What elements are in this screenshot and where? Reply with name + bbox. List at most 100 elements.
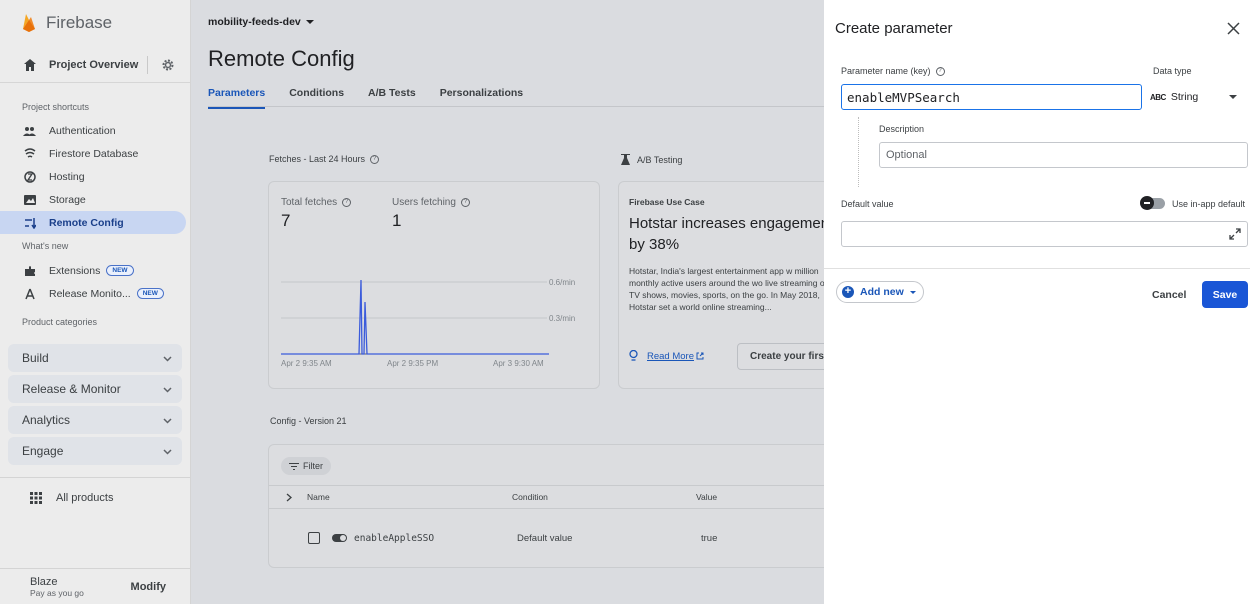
fetches-chart: 0.6/min 0.3/min Apr 2 9:35 AM Apr 2 9:35… bbox=[281, 278, 575, 368]
release-monitor-icon bbox=[23, 287, 36, 300]
chevron-down-icon bbox=[163, 448, 172, 455]
project-selector[interactable]: mobility-feeds-dev bbox=[208, 16, 314, 28]
flask-icon bbox=[621, 154, 630, 165]
fetch-series-line bbox=[281, 279, 549, 355]
chevron-down-icon bbox=[163, 355, 172, 362]
caret-down-icon bbox=[909, 290, 916, 294]
main-content: mobility-feeds-dev Remote Config Paramet… bbox=[191, 0, 824, 604]
project-overview-link[interactable]: Project Overview bbox=[49, 59, 147, 71]
panel-divider bbox=[824, 268, 1250, 269]
category-release-monitor[interactable]: Release & Monitor bbox=[8, 375, 182, 403]
table-row[interactable]: enableAppleSSO Default value true bbox=[269, 523, 824, 553]
category-engage[interactable]: Engage bbox=[8, 437, 182, 465]
parameter-key-input[interactable]: enableMVPSearch bbox=[841, 84, 1142, 110]
description-input[interactable]: Optional bbox=[879, 142, 1248, 168]
fetches-card: Total fetches? 7 Users fetching? 1 0.6/m… bbox=[268, 181, 600, 389]
parameter-key-value: enableMVPSearch bbox=[847, 89, 960, 105]
whats-new-label: What's new bbox=[22, 241, 69, 251]
chevron-right-icon[interactable] bbox=[286, 493, 293, 502]
chevron-down-icon bbox=[163, 386, 172, 393]
column-value: Value bbox=[696, 492, 718, 502]
default-value-input[interactable] bbox=[841, 221, 1248, 247]
all-products-label: All products bbox=[56, 491, 114, 504]
abc-icon: ABC bbox=[1150, 92, 1166, 102]
sidebar-item-firestore[interactable]: Firestore Database bbox=[0, 142, 186, 165]
data-type-value: String bbox=[1170, 91, 1199, 103]
page-title: Remote Config bbox=[208, 46, 355, 71]
close-icon[interactable] bbox=[1227, 22, 1240, 35]
description-label: Description bbox=[879, 124, 925, 134]
add-new-button[interactable]: + Add new bbox=[836, 281, 924, 303]
hosting-icon bbox=[23, 170, 36, 183]
extensions-icon bbox=[23, 264, 36, 277]
home-icon bbox=[24, 58, 36, 71]
config-version-header: Config - Version 21 bbox=[270, 416, 347, 426]
filter-button[interactable]: Filter bbox=[281, 457, 331, 475]
new-badge: NEW bbox=[106, 265, 134, 276]
sidebar-item-release-monitor[interactable]: Release Monito... NEW bbox=[0, 282, 186, 305]
param-condition: Default value bbox=[517, 532, 573, 544]
row-checkbox[interactable] bbox=[308, 532, 320, 544]
help-icon[interactable]: ? bbox=[370, 154, 380, 164]
use-case-body: Hotstar, India's largest entertainment a… bbox=[629, 266, 824, 312]
plan-subtitle: Pay as you go bbox=[30, 587, 84, 598]
sidebar-item-storage[interactable]: Storage bbox=[0, 188, 186, 211]
help-icon[interactable]: ? bbox=[935, 66, 945, 76]
caret-down-icon bbox=[1229, 95, 1237, 99]
sidebar-item-extensions[interactable]: Extensions NEW bbox=[0, 259, 186, 282]
description-placeholder: Optional bbox=[886, 149, 927, 161]
sidebar-item-hosting[interactable]: Hosting bbox=[0, 165, 186, 188]
save-button[interactable]: Save bbox=[1202, 281, 1248, 308]
toggle-icon bbox=[332, 534, 347, 542]
sidebar-item-remote-config[interactable]: Remote Config bbox=[0, 211, 186, 234]
tab-divider bbox=[208, 106, 824, 107]
sidebar-item-label: Firestore Database bbox=[49, 147, 139, 160]
plan-name: Blaze bbox=[30, 575, 58, 588]
use-in-app-default-toggle[interactable] bbox=[1140, 196, 1165, 210]
x-tick-label: Apr 2 9:35 AM bbox=[281, 359, 332, 368]
table-header: Name Condition Value bbox=[269, 485, 824, 509]
rate-low-label: 0.3/min bbox=[549, 314, 575, 323]
remote-config-icon bbox=[23, 216, 36, 229]
firebase-header[interactable]: Firebase bbox=[0, 0, 190, 45]
sidebar-item-label: Authentication bbox=[49, 124, 116, 137]
firebase-logo-icon bbox=[23, 13, 35, 32]
ab-testing-label: A/B Testing bbox=[637, 154, 683, 165]
grid-icon bbox=[30, 491, 42, 504]
use-case-label: Firebase Use Case bbox=[629, 197, 705, 207]
modify-plan-button[interactable]: Modify bbox=[131, 581, 166, 593]
category-analytics[interactable]: Analytics bbox=[8, 406, 182, 434]
chevron-down-icon bbox=[163, 417, 172, 424]
sidebar-item-label: Storage bbox=[49, 193, 86, 206]
project-shortcuts-label: Project shortcuts bbox=[22, 102, 90, 112]
fetches-header: Fetches - Last 24 Hours? bbox=[269, 154, 380, 164]
add-new-label: Add new bbox=[860, 286, 904, 298]
divider bbox=[147, 55, 148, 74]
cancel-button[interactable]: Cancel bbox=[1152, 289, 1186, 301]
key-label: Parameter name (key) bbox=[841, 66, 931, 76]
create-experiment-button[interactable]: Create your first bbox=[737, 343, 824, 370]
plus-icon: + bbox=[842, 286, 854, 298]
gear-icon[interactable] bbox=[162, 59, 174, 71]
project-overview-row[interactable]: Project Overview bbox=[0, 47, 190, 83]
column-name: Name bbox=[307, 492, 330, 502]
category-build[interactable]: Build bbox=[8, 344, 182, 372]
rate-high-label: 0.6/min bbox=[549, 278, 575, 287]
filter-label: Filter bbox=[303, 461, 323, 471]
brand-name: Firebase bbox=[46, 12, 113, 32]
caret-down-icon bbox=[305, 20, 314, 24]
param-name: enableAppleSSO bbox=[354, 532, 435, 544]
sidebar-item-authentication[interactable]: Authentication bbox=[0, 119, 186, 142]
read-more-link[interactable]: Read More bbox=[629, 350, 704, 362]
filter-icon bbox=[289, 462, 299, 470]
use-in-app-default-label: Use in-app default bbox=[1172, 199, 1246, 209]
all-products-link[interactable]: All products bbox=[0, 477, 190, 517]
sidebar-item-label: Release Monito... bbox=[49, 287, 131, 300]
expand-icon[interactable] bbox=[1229, 228, 1241, 240]
data-type-select[interactable]: ABC String bbox=[1150, 84, 1247, 110]
toggle-knob bbox=[1140, 196, 1154, 210]
open-in-new-icon bbox=[696, 352, 704, 360]
sidebar-item-label: Extensions bbox=[49, 264, 101, 277]
key-label-row: Parameter name (key)? bbox=[841, 66, 945, 76]
ab-testing-header: A/B Testing bbox=[621, 154, 682, 165]
